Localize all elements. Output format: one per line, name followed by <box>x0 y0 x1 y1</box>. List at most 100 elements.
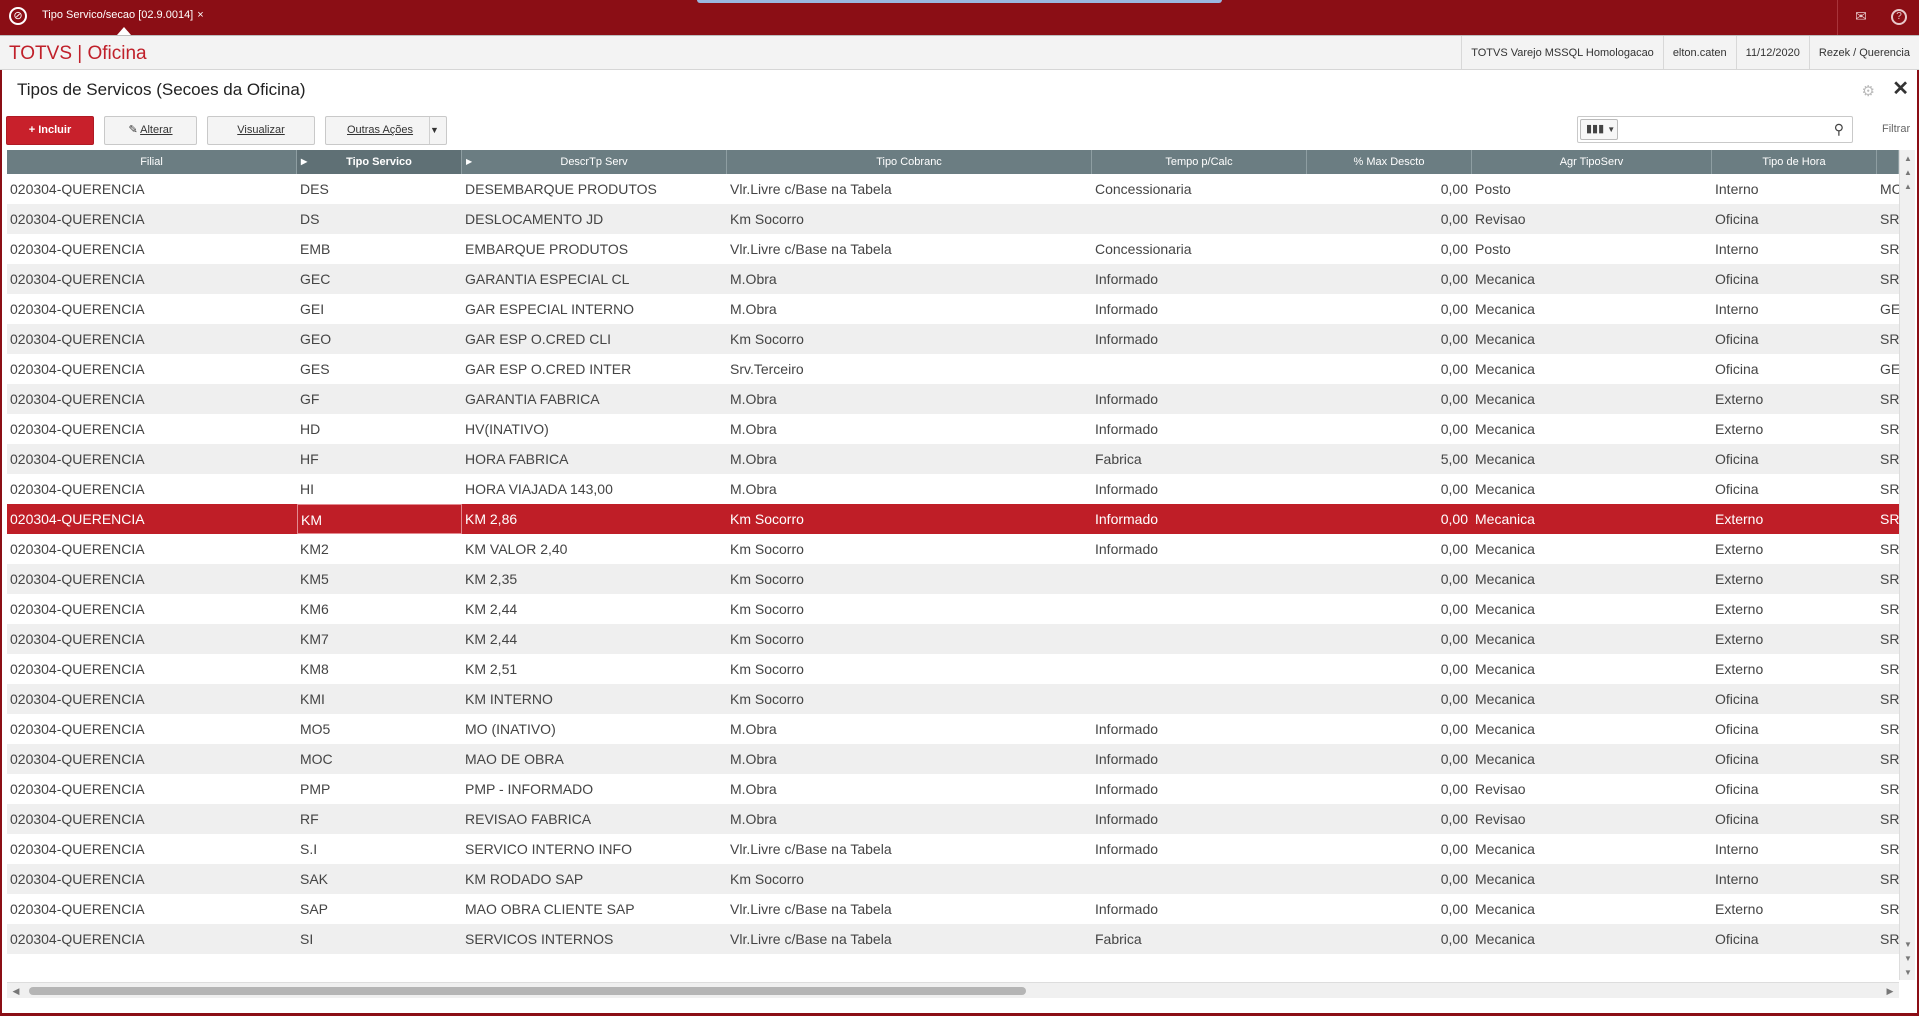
cell-filial[interactable]: 020304-QUERENCIA <box>7 354 297 384</box>
cell-filial[interactable]: 020304-QUERENCIA <box>7 564 297 594</box>
cell-descr-tp-serv[interactable]: KM 2,51 <box>462 654 727 684</box>
cell-extra[interactable]: SR <box>1877 714 1899 744</box>
cell-extra[interactable]: SR <box>1877 264 1899 294</box>
cell-extra[interactable]: SR <box>1877 504 1899 534</box>
cell-descr-tp-serv[interactable]: HV(INATIVO) <box>462 414 727 444</box>
cell-filial[interactable]: 020304-QUERENCIA <box>7 654 297 684</box>
scroll-right-icon[interactable]: ▶ <box>1883 983 1897 999</box>
columns-selector[interactable]: ▮▮▮ ▼ <box>1580 119 1618 140</box>
cell-tipo-servico[interactable]: EMB <box>297 234 462 264</box>
cell-agr-tiposerv[interactable]: Mecanica <box>1472 294 1712 324</box>
cell-tipo-servico[interactable]: HI <box>297 474 462 504</box>
cell-tipo-de-hora[interactable]: Oficina <box>1712 444 1877 474</box>
cell-tempo-p-calc[interactable]: Informado <box>1092 894 1307 924</box>
cell-agr-tiposerv[interactable]: Mecanica <box>1472 744 1712 774</box>
cell-tempo-p-calc[interactable]: Informado <box>1092 384 1307 414</box>
cell-tipo-cobranc[interactable]: Km Socorro <box>727 654 1092 684</box>
cell-filial[interactable]: 020304-QUERENCIA <box>7 444 297 474</box>
cell-max-descto[interactable]: 0,00 <box>1307 354 1472 384</box>
cell-agr-tiposerv[interactable]: Mecanica <box>1472 504 1712 534</box>
tab-tipo-servico[interactable]: Tipo Servico/secao [02.9.0014] × <box>36 0 210 30</box>
cell-max-descto[interactable]: 0,00 <box>1307 174 1472 204</box>
cell-tipo-cobranc[interactable]: Km Socorro <box>727 594 1092 624</box>
cell-tipo-servico[interactable]: SI <box>297 924 462 954</box>
cell-max-descto[interactable]: 0,00 <box>1307 264 1472 294</box>
cell-tipo-de-hora[interactable]: Interno <box>1712 174 1877 204</box>
cell-tipo-de-hora[interactable]: Externo <box>1712 414 1877 444</box>
cell-tipo-cobranc[interactable]: M.Obra <box>727 714 1092 744</box>
horizontal-scroll-thumb[interactable] <box>29 987 1026 995</box>
cell-tempo-p-calc[interactable] <box>1092 564 1307 594</box>
vertical-scrollbar[interactable]: ▲ ▲ ▲ ▼ ▼ ▼ <box>1899 150 1915 980</box>
table-row[interactable]: 020304-QUERENCIA S.I SERVICO INTERNO INFO V… <box>7 834 1899 864</box>
table-row[interactable]: 020304-QUERENCIA HD HV(INATIVO) M.Obra Infor… <box>7 414 1899 444</box>
cell-tipo-cobranc[interactable]: M.Obra <box>727 384 1092 414</box>
cell-filial[interactable]: 020304-QUERENCIA <box>7 174 297 204</box>
cell-tempo-p-calc[interactable]: Informado <box>1092 294 1307 324</box>
cell-tipo-servico[interactable]: GEC <box>297 264 462 294</box>
cell-tipo-de-hora[interactable]: Interno <box>1712 864 1877 894</box>
cell-tipo-de-hora[interactable]: Oficina <box>1712 474 1877 504</box>
cell-tipo-cobranc[interactable]: M.Obra <box>727 474 1092 504</box>
cell-filial[interactable]: 020304-QUERENCIA <box>7 834 297 864</box>
cell-filial[interactable]: 020304-QUERENCIA <box>7 294 297 324</box>
cell-tipo-servico[interactable]: DS <box>297 204 462 234</box>
cell-tempo-p-calc[interactable]: Informado <box>1092 324 1307 354</box>
cell-filial[interactable]: 020304-QUERENCIA <box>7 474 297 504</box>
cell-descr-tp-serv[interactable]: MAO DE OBRA <box>462 744 727 774</box>
cell-extra[interactable]: GE <box>1877 294 1899 324</box>
cell-max-descto[interactable]: 0,00 <box>1307 654 1472 684</box>
column-header-tempo-p-calc[interactable]: Tempo p/Calc <box>1092 150 1307 174</box>
cell-tipo-cobranc[interactable]: Km Socorro <box>727 204 1092 234</box>
cell-tipo-cobranc[interactable]: M.Obra <box>727 774 1092 804</box>
cell-filial[interactable]: 020304-QUERENCIA <box>7 714 297 744</box>
table-row[interactable]: 020304-QUERENCIA SI SERVICOS INTERNOS Vlr.L… <box>7 924 1899 954</box>
cell-tempo-p-calc[interactable] <box>1092 594 1307 624</box>
cell-descr-tp-serv[interactable]: MAO OBRA CLIENTE SAP <box>462 894 727 924</box>
table-row[interactable]: 020304-QUERENCIA MOC MAO DE OBRA M.Obra Info… <box>7 744 1899 774</box>
cell-descr-tp-serv[interactable]: KM 2,44 <box>462 624 727 654</box>
cell-tipo-servico[interactable]: HF <box>297 444 462 474</box>
cell-descr-tp-serv[interactable]: GAR ESPECIAL INTERNO <box>462 294 727 324</box>
cell-max-descto[interactable]: 0,00 <box>1307 384 1472 414</box>
cell-agr-tiposerv[interactable]: Revisao <box>1472 804 1712 834</box>
cell-tipo-de-hora[interactable]: Externo <box>1712 894 1877 924</box>
cell-tempo-p-calc[interactable]: Concessionaria <box>1092 234 1307 264</box>
cell-descr-tp-serv[interactable]: HORA FABRICA <box>462 444 727 474</box>
cell-extra[interactable]: SR <box>1877 624 1899 654</box>
other-actions-button[interactable]: Outras Ações ▼ <box>325 116 447 145</box>
cell-max-descto[interactable]: 0,00 <box>1307 564 1472 594</box>
cell-tipo-de-hora[interactable]: Oficina <box>1712 684 1877 714</box>
cell-tempo-p-calc[interactable] <box>1092 864 1307 894</box>
cell-descr-tp-serv[interactable]: KM 2,44 <box>462 594 727 624</box>
close-icon[interactable]: ✕ <box>1892 76 1909 101</box>
cell-extra[interactable]: SR <box>1877 834 1899 864</box>
table-row[interactable]: 020304-QUERENCIA EMB EMBARQUE PRODUTOS Vlr.… <box>7 234 1899 264</box>
cell-tipo-de-hora[interactable]: Oficina <box>1712 264 1877 294</box>
cell-filial[interactable]: 020304-QUERENCIA <box>7 414 297 444</box>
search-icon[interactable]: ⚲ <box>1834 121 1844 138</box>
cell-extra[interactable]: GE <box>1877 354 1899 384</box>
column-header-tipo-de-hora[interactable]: Tipo de Hora <box>1712 150 1877 174</box>
cell-tipo-cobranc[interactable]: Km Socorro <box>727 324 1092 354</box>
cell-extra[interactable]: SR <box>1877 324 1899 354</box>
cell-tipo-servico[interactable]: GEI <box>297 294 462 324</box>
cell-filial[interactable]: 020304-QUERENCIA <box>7 774 297 804</box>
table-row[interactable]: 020304-QUERENCIA KM8 KM 2,51 Km Socorro 0,00… <box>7 654 1899 684</box>
cell-extra[interactable]: SR <box>1877 894 1899 924</box>
branch-label[interactable]: Rezek / Querencia <box>1808 36 1919 69</box>
table-row[interactable]: 020304-QUERENCIA HF HORA FABRICA M.Obra Fabr… <box>7 444 1899 474</box>
cell-descr-tp-serv[interactable]: GAR ESP O.CRED INTER <box>462 354 727 384</box>
scroll-bottom-icon[interactable]: ▼ <box>1900 966 1916 980</box>
date-label[interactable]: 11/12/2020 <box>1735 36 1809 69</box>
cell-filial[interactable]: 020304-QUERENCIA <box>7 924 297 954</box>
user-label[interactable]: elton.caten <box>1662 36 1736 69</box>
cell-tempo-p-calc[interactable]: Informado <box>1092 714 1307 744</box>
cell-tempo-p-calc[interactable]: Informado <box>1092 804 1307 834</box>
cell-tipo-servico[interactable]: MO5 <box>297 714 462 744</box>
cell-agr-tiposerv[interactable]: Mecanica <box>1472 444 1712 474</box>
cell-tipo-de-hora[interactable]: Oficina <box>1712 774 1877 804</box>
column-header-agr-tiposerv[interactable]: Agr TipoServ <box>1472 150 1712 174</box>
table-row[interactable]: 020304-QUERENCIA KM2 KM VALOR 2,40 Km Socor… <box>7 534 1899 564</box>
cell-tipo-servico[interactable]: GES <box>297 354 462 384</box>
